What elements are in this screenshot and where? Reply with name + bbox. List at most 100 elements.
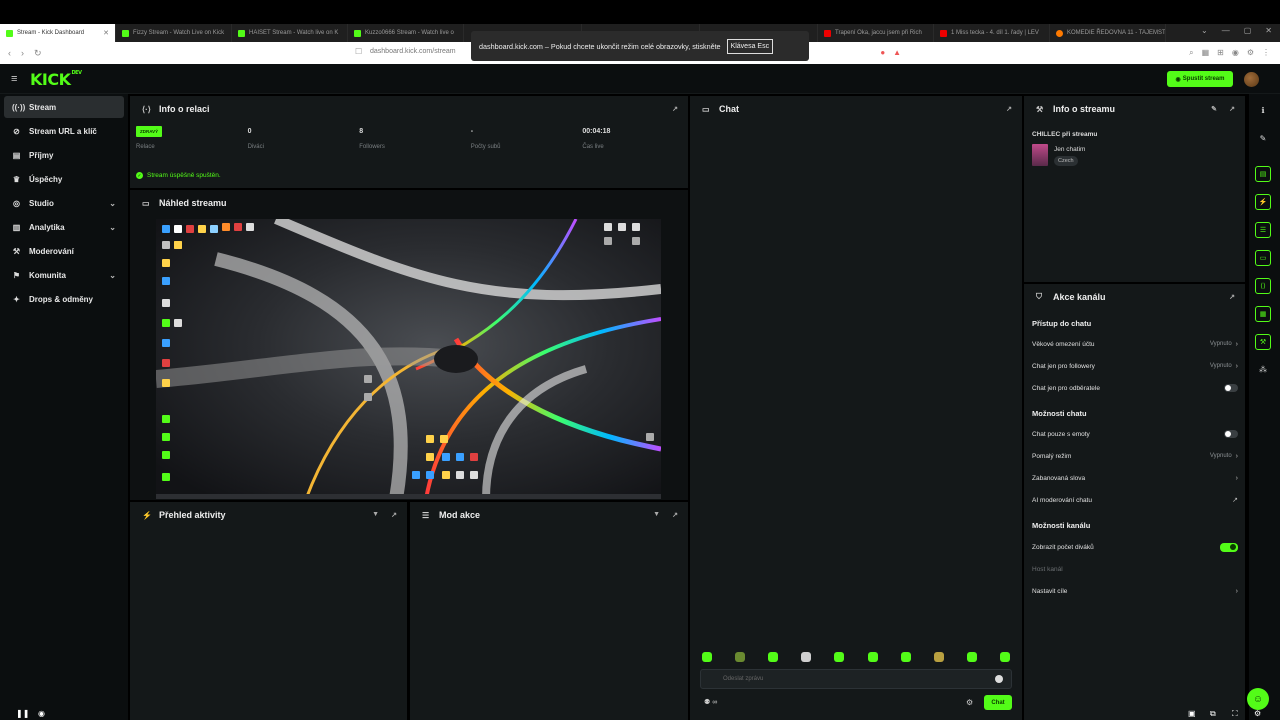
emote-icon[interactable] bbox=[999, 652, 1010, 662]
chat-settings-icon[interactable]: ⚙ bbox=[966, 698, 973, 707]
popout-icon[interactable]: ↗ bbox=[672, 511, 678, 519]
row-banned-words[interactable]: Zabanovaná slova › bbox=[1032, 471, 1238, 485]
player-settings-icon[interactable]: ⚙ bbox=[1254, 709, 1261, 718]
close-icon[interactable]: ✕ bbox=[103, 29, 109, 37]
back-icon[interactable]: ‹ bbox=[8, 48, 11, 59]
browser-tab[interactable]: HAISET Stream - Watch live on K bbox=[232, 24, 348, 42]
sidebar-item-achievements[interactable]: ♛ Úspěchy bbox=[4, 168, 124, 190]
panel-title: Mod akce bbox=[439, 510, 481, 520]
volume-icon[interactable]: ◉ bbox=[38, 709, 45, 718]
browser-tab[interactable]: 1 Miss tecka - 4. díl 1. řady | LEV bbox=[934, 24, 1050, 42]
chat-widget-icon[interactable]: ▭ bbox=[1255, 250, 1271, 266]
sidebar-item-community[interactable]: ⚑ Komunita ⌄ bbox=[4, 264, 124, 286]
fullscreen-icon[interactable]: ⛶ bbox=[1232, 709, 1238, 719]
row-account-age[interactable]: Věkové omezení účtu Vypnuto › bbox=[1032, 337, 1238, 351]
sidebar-item-revenue[interactable]: ▤ Příjmy bbox=[4, 144, 124, 166]
hamburger-menu-icon[interactable]: ≡ bbox=[11, 73, 17, 85]
wrench-widget-icon[interactable]: ⚒ bbox=[1255, 334, 1271, 350]
chat-users-icon[interactable]: ⚉ ∞ bbox=[704, 698, 717, 706]
info-icon[interactable]: ℹ bbox=[1256, 103, 1270, 117]
edit-icon[interactable]: ✎ bbox=[1256, 131, 1270, 145]
emote-only-toggle[interactable] bbox=[1224, 430, 1238, 438]
stream-widget-icon[interactable]: ⟨⟩ bbox=[1255, 278, 1271, 294]
warning-icon[interactable]: ▲ bbox=[893, 48, 901, 58]
start-stream-button[interactable]: ◉ Spustit stream bbox=[1167, 71, 1233, 87]
category-thumbnail bbox=[1032, 144, 1048, 166]
gift-icon: ✦ bbox=[13, 294, 20, 304]
row-set-goals[interactable]: Nastavit cíle › bbox=[1032, 584, 1238, 598]
external-link-icon: ↗ bbox=[1232, 497, 1238, 504]
browser-tab[interactable]: Trapení Oka, jaccu jsem při Rich bbox=[818, 24, 934, 42]
sidebar-item-analytics[interactable]: ▥ Analytika ⌄ bbox=[4, 216, 124, 238]
subscribers-only-toggle[interactable] bbox=[1224, 384, 1238, 392]
popout-icon[interactable]: ↗ bbox=[1229, 293, 1235, 301]
url-field[interactable]: dashboard.kick.com/stream bbox=[370, 48, 456, 55]
profile-icon[interactable]: ◉ bbox=[1232, 48, 1239, 58]
browser-tab[interactable]: Fizzy Stream - Watch Live on Kick bbox=[116, 24, 232, 42]
layout-widget-icon[interactable]: ▦ bbox=[1255, 306, 1271, 322]
browser-tab[interactable]: KOMEDIE ŘEDOVNA 11 - TAJEMST bbox=[1050, 24, 1166, 42]
kick-favicon bbox=[6, 29, 13, 37]
row-slow-mode[interactable]: Pomalý režim Vypnuto › bbox=[1032, 449, 1238, 463]
stream-preview-video[interactable] bbox=[156, 219, 661, 499]
row-ai-moderation[interactable]: AI moderování chatu ↗ bbox=[1032, 493, 1238, 507]
popout-icon[interactable]: ↗ bbox=[672, 105, 678, 113]
wrench-icon: ⚒ bbox=[1036, 104, 1044, 114]
forward-icon[interactable]: › bbox=[21, 48, 24, 59]
mod-actions-widget-icon[interactable]: ☰ bbox=[1255, 222, 1271, 238]
emote-icon[interactable] bbox=[900, 652, 911, 662]
emote-icon[interactable] bbox=[867, 652, 878, 662]
emote-icon[interactable] bbox=[768, 652, 779, 662]
chevron-down-icon: ⌄ bbox=[109, 198, 116, 208]
extensions-icon[interactable]: ⊞ bbox=[1217, 48, 1224, 58]
shield-icon[interactable]: ● bbox=[880, 48, 885, 58]
reload-icon[interactable]: ↻ bbox=[34, 48, 42, 59]
activity-widget-icon[interactable]: ⚡ bbox=[1255, 194, 1271, 210]
bookmarks-icon[interactable]: ▦ bbox=[1202, 48, 1210, 58]
filter-icon[interactable]: ▼ bbox=[372, 511, 379, 518]
sidebar: ((·)) Stream ⊘ Stream URL a klíč ▤ Příjmy ♛… bbox=[0, 94, 128, 720]
popout-icon[interactable]: ↗ bbox=[391, 511, 397, 519]
emoji-icon[interactable] bbox=[995, 675, 1003, 683]
theater-mode-icon[interactable]: ⧉ bbox=[1210, 709, 1216, 719]
help-chat-button[interactable]: ☺ bbox=[1247, 688, 1269, 710]
sidebar-item-stream[interactable]: ((·)) Stream bbox=[4, 96, 124, 118]
sidebar-item-drops[interactable]: ✦ Drops & odměny bbox=[4, 288, 124, 310]
maximize-icon[interactable]: ▢ bbox=[1244, 26, 1252, 35]
emote-icon[interactable] bbox=[933, 652, 944, 662]
broadcast-icon: ◉ bbox=[1175, 76, 1181, 83]
add-widget-icon[interactable]: ⁂ bbox=[1256, 362, 1270, 376]
emote-icon[interactable] bbox=[966, 652, 977, 662]
panel-title: Akce kanálu bbox=[1053, 292, 1106, 302]
kick-logo[interactable]: KICKDEV bbox=[30, 70, 82, 89]
browser-tab[interactable]: Stream - Kick Dashboard ✕ bbox=[0, 24, 116, 42]
sidebar-item-stream-url[interactable]: ⊘ Stream URL a klíč bbox=[4, 120, 124, 142]
edit-icon[interactable]: ✎ bbox=[1211, 105, 1217, 113]
row-followers-only[interactable]: Chat jen pro followery Vypnuto › bbox=[1032, 359, 1238, 373]
chat-message-input[interactable]: Odeslat zprávu bbox=[700, 669, 1012, 689]
settings-icon[interactable]: ⚙ bbox=[1247, 48, 1254, 58]
menu-icon[interactable]: ⋮ bbox=[1262, 48, 1270, 58]
emote-icon[interactable] bbox=[801, 652, 812, 662]
session-info-widget-icon[interactable]: ▤ bbox=[1255, 166, 1271, 182]
emote-icon[interactable] bbox=[735, 652, 746, 662]
search-icon[interactable]: ⌕ bbox=[1189, 48, 1193, 58]
browser-tab[interactable]: Kuzzo0666 Stream - Watch live o bbox=[348, 24, 464, 42]
emote-icon[interactable] bbox=[834, 652, 845, 662]
bookmark-star-icon[interactable]: ☐ bbox=[355, 47, 362, 56]
close-window-icon[interactable]: ✕ bbox=[1265, 26, 1272, 35]
emote-icon[interactable] bbox=[702, 652, 712, 662]
bolt-icon: ⚡ bbox=[142, 510, 152, 520]
filter-icon[interactable]: ▼ bbox=[653, 511, 660, 518]
sidebar-item-moderation[interactable]: ⚒ Moderování bbox=[4, 240, 124, 262]
popout-icon[interactable]: ↗ bbox=[1006, 105, 1012, 113]
miniplayer-icon[interactable]: ▣ bbox=[1188, 709, 1196, 718]
sidebar-item-studio[interactable]: ◎ Studio ⌄ bbox=[4, 192, 124, 214]
minimize-icon[interactable]: — bbox=[1222, 26, 1230, 35]
tab-search-icon[interactable]: ⌄ bbox=[1201, 26, 1208, 35]
popout-icon[interactable]: ↗ bbox=[1229, 105, 1235, 113]
viewer-count-toggle[interactable] bbox=[1220, 542, 1238, 552]
pause-icon[interactable]: ❚❚ bbox=[16, 709, 29, 718]
user-avatar[interactable] bbox=[1244, 72, 1259, 87]
stream-preview-image bbox=[156, 219, 661, 499]
